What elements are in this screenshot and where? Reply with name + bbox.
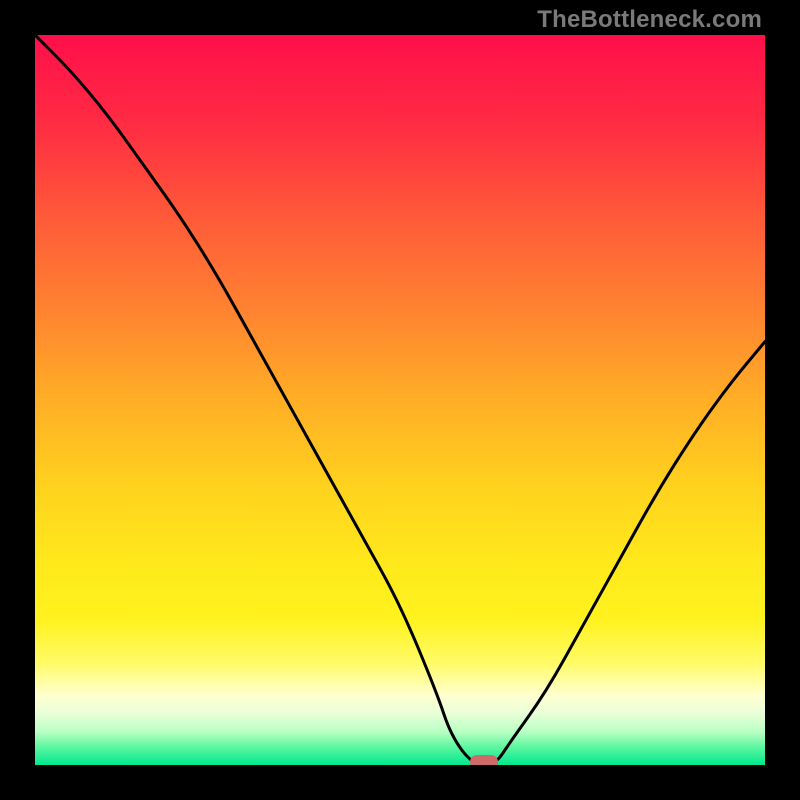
chart-frame: TheBottleneck.com — [0, 0, 800, 800]
plot-area — [35, 35, 765, 765]
watermark-text: TheBottleneck.com — [537, 6, 762, 34]
bottleneck-curve — [35, 35, 765, 765]
optimal-point-marker — [470, 755, 498, 765]
